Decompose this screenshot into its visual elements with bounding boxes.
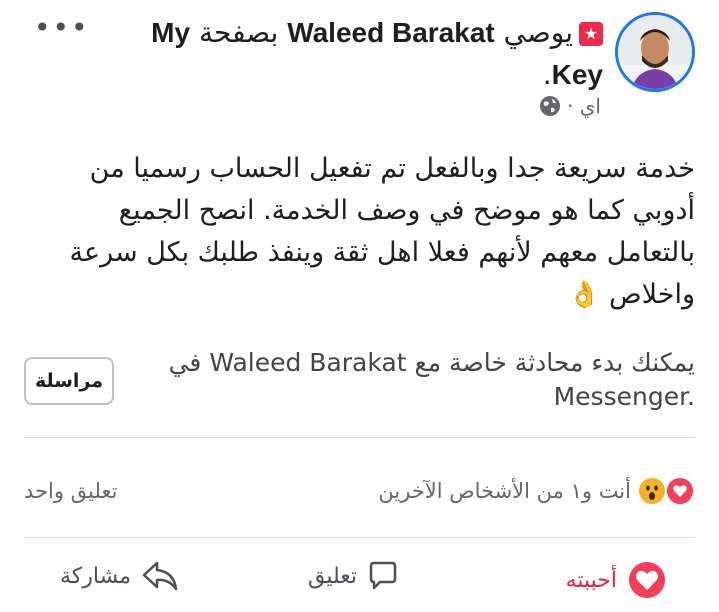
recommends-label: يوصي bbox=[503, 16, 573, 49]
avatar[interactable] bbox=[615, 12, 695, 92]
reactions-text: أنت و١ من الأشخاص الآخرين bbox=[378, 479, 631, 503]
page-name-part1: My bbox=[151, 17, 191, 48]
like-button[interactable]: أحببته bbox=[566, 560, 667, 600]
avatar-photo bbox=[618, 15, 692, 89]
author-name-link[interactable]: Waleed Barakat bbox=[287, 17, 495, 48]
love-reaction-icon bbox=[629, 562, 665, 598]
messenger-prompt: يمكنك بدء محادثة خاصة مع Waleed Barakat … bbox=[155, 346, 695, 414]
comment-count-link[interactable]: تعليق واحد bbox=[24, 479, 117, 503]
messenger-contact-name: Waleed Barakat bbox=[209, 348, 407, 377]
comment-label: تعليق bbox=[308, 563, 358, 589]
share-icon bbox=[142, 561, 178, 591]
share-label: مشاركة bbox=[60, 563, 132, 589]
share-button[interactable]: مشاركة bbox=[60, 560, 179, 592]
message-button[interactable]: مراسلة bbox=[24, 357, 114, 405]
comment-icon bbox=[369, 561, 397, 590]
title-period: . bbox=[542, 58, 552, 91]
post-meta: اي · bbox=[539, 94, 601, 118]
messenger-app-name: Messenger. bbox=[553, 382, 695, 411]
messenger-prompt-in: في bbox=[168, 348, 202, 377]
divider bbox=[24, 437, 695, 438]
page-prefix-label: بصفحة bbox=[198, 16, 279, 49]
comment-button[interactable]: تعليق bbox=[308, 560, 399, 592]
divider bbox=[24, 537, 695, 538]
post-body: خدمة سريعة جدا وبالفعل تم تفعيل الحساب ر… bbox=[55, 148, 695, 316]
timestamp[interactable]: اي · bbox=[567, 94, 601, 118]
page-name-part2: Key bbox=[551, 59, 603, 90]
recommendation-icon: ★ bbox=[579, 22, 603, 46]
ok-hand-emoji: 👌 bbox=[568, 280, 601, 310]
love-icon bbox=[665, 476, 695, 506]
more-options-button[interactable]: ••• bbox=[34, 14, 90, 42]
like-label: أحببته bbox=[565, 567, 617, 593]
messenger-prompt-prefix: يمكنك بدء محادثة خاصة مع bbox=[414, 348, 696, 377]
post-header-title: ★يوصي Waleed Barakat بصفحة My Key. bbox=[103, 12, 603, 96]
globe-icon bbox=[540, 96, 561, 116]
wow-icon bbox=[637, 476, 667, 506]
post-text: خدمة سريعة جدا وبالفعل تم تفعيل الحساب ر… bbox=[69, 153, 695, 310]
reactions-summary[interactable]: أنت و١ من الأشخاص الآخرين bbox=[378, 476, 695, 506]
